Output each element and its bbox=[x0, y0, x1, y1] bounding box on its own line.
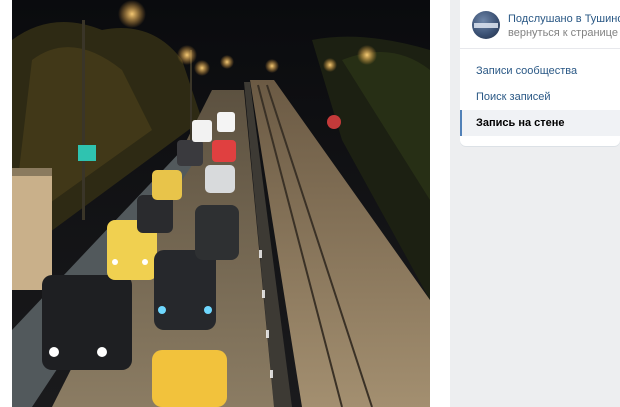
post-card bbox=[0, 0, 450, 407]
group-header[interactable]: Подслушано в Тушино вернуться к странице bbox=[460, 0, 620, 49]
back-to-page-link[interactable]: вернуться к странице bbox=[508, 27, 618, 39]
post-photo[interactable] bbox=[12, 0, 430, 407]
menu-item-community-posts[interactable]: Записи сообщества bbox=[460, 58, 620, 84]
wall-menu: Записи сообщества Поиск записей Запись н… bbox=[460, 58, 620, 136]
menu-item-wall-post[interactable]: Запись на стене bbox=[460, 110, 620, 136]
side-panel: Подслушано в Тушино вернуться к странице… bbox=[460, 0, 620, 146]
night-traffic-photo bbox=[12, 0, 430, 407]
group-name-link[interactable]: Подслушано в Тушино bbox=[508, 13, 620, 25]
group-avatar[interactable] bbox=[472, 11, 500, 39]
menu-item-search-posts[interactable]: Поиск записей bbox=[460, 84, 620, 110]
